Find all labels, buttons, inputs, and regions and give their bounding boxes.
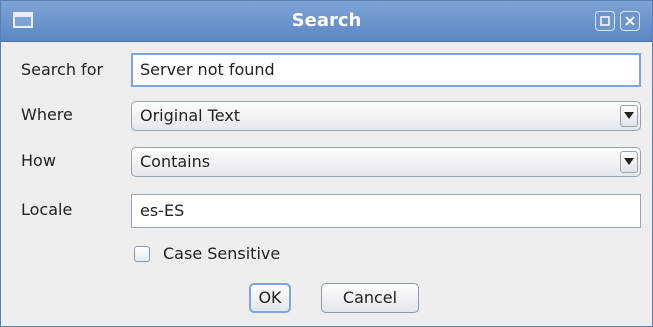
case-sensitive-checkbox[interactable] bbox=[134, 246, 150, 262]
where-selected-value: Original Text bbox=[140, 106, 241, 125]
close-button[interactable] bbox=[620, 11, 640, 31]
locale-field[interactable]: es-ES bbox=[131, 194, 641, 228]
locale-label: Locale bbox=[21, 200, 73, 219]
how-select[interactable]: Contains bbox=[131, 147, 641, 177]
how-dropdown-button[interactable] bbox=[620, 151, 638, 173]
maximize-icon bbox=[600, 16, 610, 26]
maximize-button[interactable] bbox=[595, 11, 615, 31]
search-dialog: Search Search for Server not found Where… bbox=[0, 0, 653, 327]
cancel-button[interactable]: Cancel bbox=[321, 283, 419, 313]
where-label: Where bbox=[21, 105, 73, 124]
ok-button[interactable]: OK bbox=[249, 283, 291, 313]
where-dropdown-button[interactable] bbox=[620, 105, 638, 127]
how-label: How bbox=[21, 151, 56, 170]
chevron-down-icon bbox=[624, 158, 634, 165]
search-for-label: Search for bbox=[21, 60, 104, 79]
where-select[interactable]: Original Text bbox=[131, 101, 641, 131]
search-for-field[interactable]: Server not found bbox=[131, 53, 641, 87]
window-title: Search bbox=[291, 10, 362, 31]
how-selected-value: Contains bbox=[140, 152, 211, 171]
close-icon bbox=[625, 16, 635, 26]
case-sensitive-label[interactable]: Case Sensitive bbox=[163, 243, 280, 265]
title-bar[interactable]: Search bbox=[1, 1, 652, 42]
chevron-down-icon bbox=[624, 112, 634, 119]
